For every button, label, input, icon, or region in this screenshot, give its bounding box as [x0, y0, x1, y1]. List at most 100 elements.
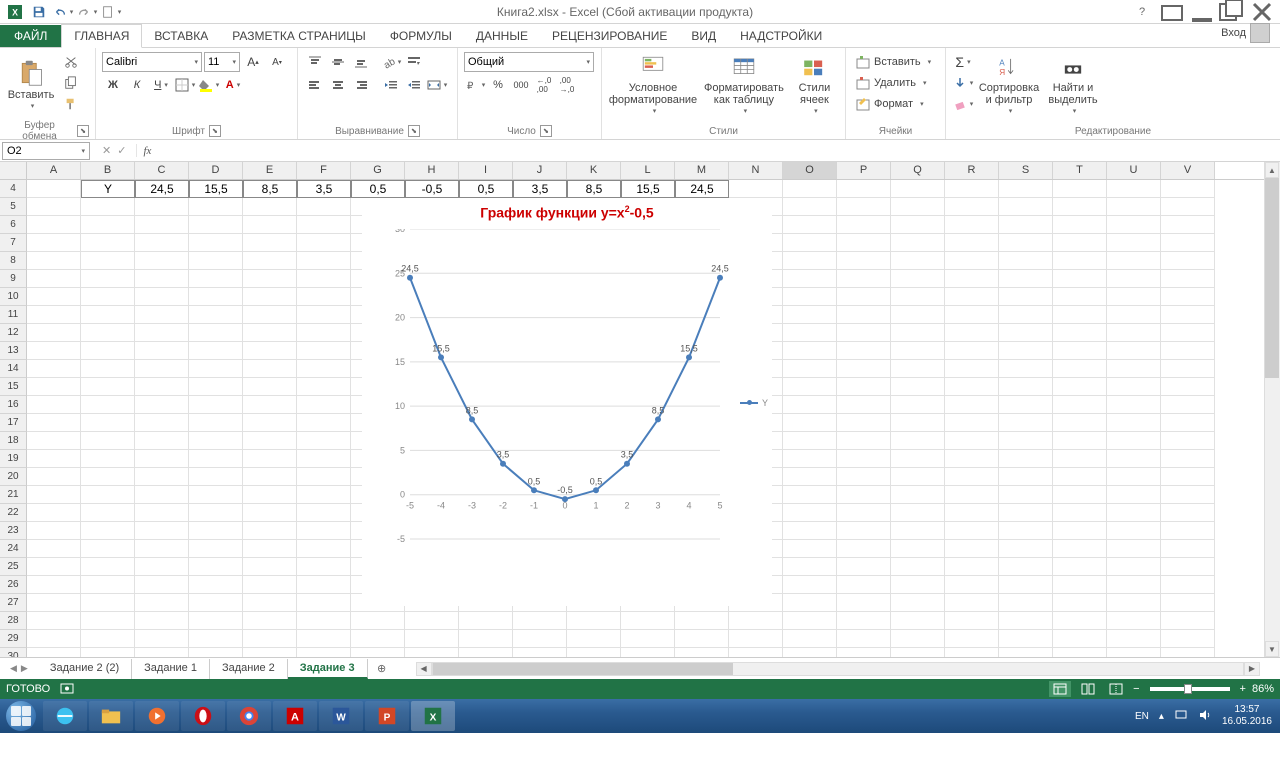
cell[interactable] — [513, 612, 567, 630]
cell[interactable] — [27, 576, 81, 594]
zoom-slider[interactable] — [1150, 687, 1230, 691]
cell[interactable] — [1053, 360, 1107, 378]
cell[interactable] — [999, 612, 1053, 630]
cell[interactable] — [1161, 198, 1215, 216]
cell[interactable] — [783, 342, 837, 360]
cell[interactable] — [81, 198, 135, 216]
cell[interactable] — [243, 378, 297, 396]
cell[interactable] — [783, 558, 837, 576]
sheet-tab[interactable]: Задание 3 — [288, 659, 368, 679]
increase-indent-icon[interactable] — [403, 75, 425, 95]
cell[interactable] — [135, 360, 189, 378]
cell[interactable] — [783, 432, 837, 450]
row-header[interactable]: 4 — [0, 180, 27, 198]
col-header[interactable]: C — [135, 162, 189, 179]
cell[interactable] — [1161, 522, 1215, 540]
cell[interactable] — [135, 378, 189, 396]
cell[interactable]: 8,5 — [567, 180, 621, 198]
cell[interactable] — [27, 306, 81, 324]
cell[interactable] — [1053, 198, 1107, 216]
cell[interactable] — [27, 180, 81, 198]
col-header[interactable]: L — [621, 162, 675, 179]
cell[interactable] — [243, 306, 297, 324]
cell[interactable] — [1053, 486, 1107, 504]
cell[interactable] — [27, 522, 81, 540]
cell[interactable] — [891, 288, 945, 306]
cell[interactable] — [945, 612, 999, 630]
taskbar-chrome-icon[interactable] — [227, 701, 271, 731]
col-header[interactable]: E — [243, 162, 297, 179]
cell[interactable] — [945, 360, 999, 378]
cell[interactable] — [999, 396, 1053, 414]
cell[interactable] — [837, 234, 891, 252]
cell[interactable] — [189, 198, 243, 216]
cell[interactable] — [297, 504, 351, 522]
row-header[interactable]: 13 — [0, 342, 27, 360]
cell[interactable] — [81, 558, 135, 576]
cell[interactable] — [783, 576, 837, 594]
cell[interactable] — [135, 396, 189, 414]
increase-decimal-icon[interactable]: ←,0,00 — [533, 75, 555, 95]
cell[interactable] — [891, 252, 945, 270]
cell[interactable] — [1107, 468, 1161, 486]
cell[interactable] — [999, 198, 1053, 216]
cell[interactable] — [27, 270, 81, 288]
redo-icon[interactable]: ▾ — [76, 2, 98, 22]
fx-icon[interactable]: fx — [137, 145, 157, 157]
view-page-layout-icon[interactable] — [1077, 681, 1099, 697]
cell[interactable] — [297, 270, 351, 288]
tray-volume-icon[interactable] — [1198, 708, 1212, 725]
align-bottom-icon[interactable] — [350, 52, 372, 72]
cell[interactable] — [783, 198, 837, 216]
cell[interactable] — [837, 216, 891, 234]
cell[interactable] — [1053, 540, 1107, 558]
cell[interactable] — [1161, 360, 1215, 378]
cell[interactable] — [243, 648, 297, 657]
cell[interactable]: 0,5 — [459, 180, 513, 198]
cell[interactable] — [837, 180, 891, 198]
cell[interactable] — [189, 648, 243, 657]
cell[interactable] — [27, 324, 81, 342]
cell[interactable] — [135, 558, 189, 576]
cell[interactable] — [1107, 252, 1161, 270]
autosum-icon[interactable]: Σ▾ — [952, 52, 974, 72]
undo-icon[interactable]: ▾ — [52, 2, 74, 22]
cell[interactable] — [837, 396, 891, 414]
chart-object[interactable]: График функции y=x2-0,5 -5051015202530-5… — [362, 198, 772, 606]
cell[interactable] — [27, 450, 81, 468]
cell[interactable] — [243, 252, 297, 270]
cell[interactable] — [243, 504, 297, 522]
cell[interactable] — [135, 630, 189, 648]
cell[interactable] — [783, 540, 837, 558]
cell[interactable] — [1161, 216, 1215, 234]
cell[interactable] — [1161, 324, 1215, 342]
cell[interactable] — [27, 342, 81, 360]
tab-insert[interactable]: ВСТАВКА — [142, 25, 220, 47]
sheet-nav[interactable]: ◀▶ — [0, 663, 38, 674]
taskbar-opera-icon[interactable] — [181, 701, 225, 731]
cell[interactable] — [27, 504, 81, 522]
cell[interactable] — [837, 630, 891, 648]
cell[interactable] — [297, 360, 351, 378]
cell[interactable] — [27, 540, 81, 558]
cell[interactable] — [891, 468, 945, 486]
row-header[interactable]: 18 — [0, 432, 27, 450]
cut-icon[interactable] — [60, 52, 82, 72]
cell[interactable] — [81, 288, 135, 306]
cell[interactable] — [27, 234, 81, 252]
col-header[interactable]: K — [567, 162, 621, 179]
sheet-tab[interactable]: Задание 1 — [132, 659, 210, 679]
col-header[interactable]: I — [459, 162, 513, 179]
cell[interactable] — [1161, 432, 1215, 450]
cell[interactable] — [1161, 180, 1215, 198]
cell[interactable] — [729, 648, 783, 657]
cell[interactable] — [243, 450, 297, 468]
cell[interactable] — [81, 324, 135, 342]
cell[interactable] — [783, 180, 837, 198]
cell[interactable] — [945, 558, 999, 576]
cell[interactable] — [891, 558, 945, 576]
row-header[interactable]: 29 — [0, 630, 27, 648]
cell[interactable] — [243, 468, 297, 486]
select-all-corner[interactable] — [0, 162, 27, 179]
row-header[interactable]: 12 — [0, 324, 27, 342]
